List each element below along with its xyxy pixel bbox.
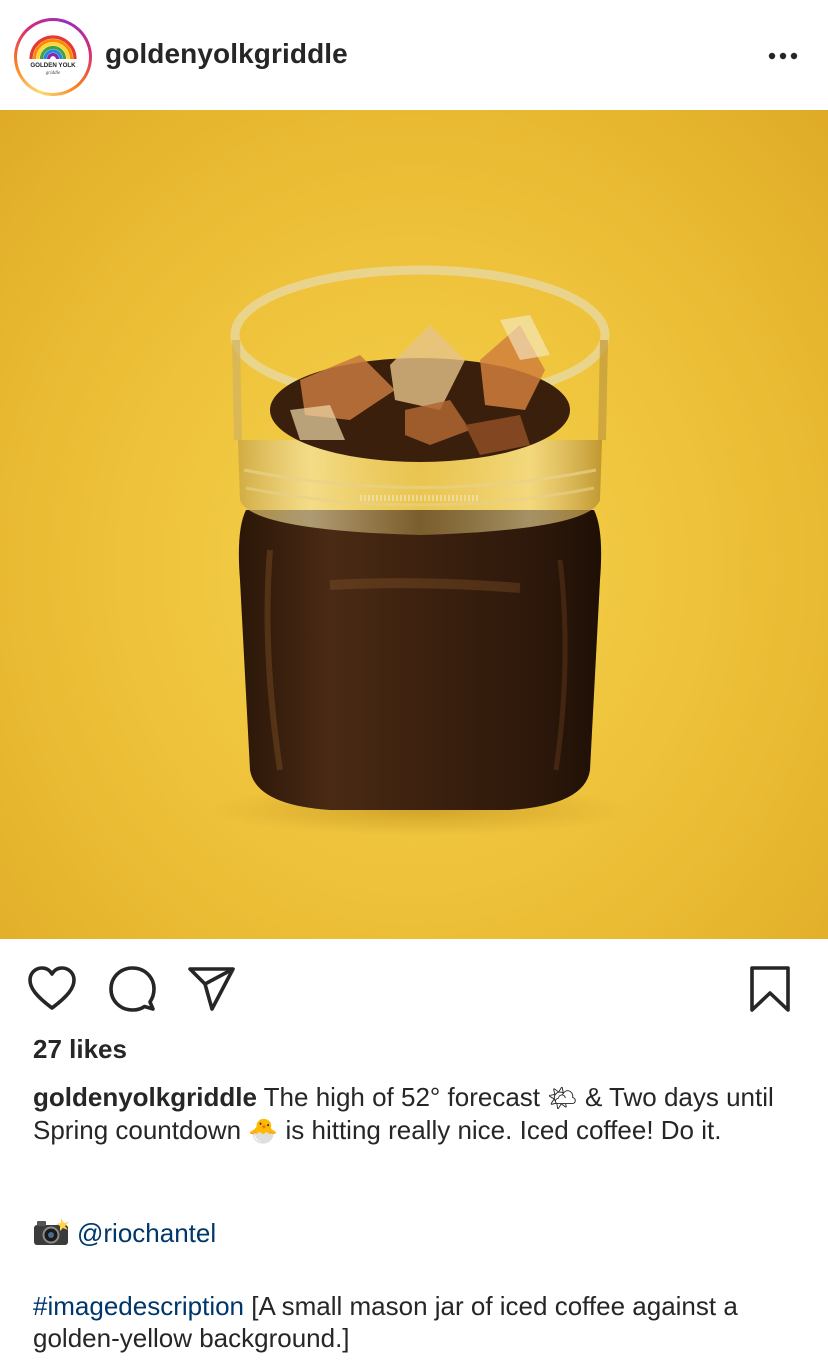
caption-text-1: The high of 52° forecast [256,1082,548,1112]
heart-icon[interactable] [26,964,78,1016]
likes-count[interactable]: 27 likes [33,1034,127,1065]
hashtag-link[interactable]: #imagedescription [33,1291,244,1321]
logo-text-bottom: griddle [46,71,61,76]
image-description: #imagedescription [A small mason jar of … [33,1290,813,1354]
sun-cloud-emoji: 🌤 [547,1084,578,1112]
avatar-border: GOLDEN YOLK griddle [17,21,89,93]
profile-avatar[interactable]: GOLDEN YOLK griddle [14,18,92,96]
caption-text-3: is hitting really nice. Iced coffee! Do … [278,1115,722,1145]
logo-text-top: GOLDEN YOLK [30,62,76,69]
photo-credit: @riochantel [33,1217,216,1249]
post-photo[interactable] [0,110,828,939]
mention-link[interactable]: @riochantel [77,1218,216,1248]
comment-icon[interactable] [106,964,158,1016]
bookmark-icon[interactable] [744,964,796,1016]
camera-flash-icon [33,1218,69,1246]
caption-username[interactable]: goldenyolkgriddle [33,1082,257,1112]
post-caption: goldenyolkgriddle The high of 52° foreca… [33,1081,803,1147]
hatching-chick-emoji: 🐣 [248,1117,279,1145]
ellipsis-icon[interactable] [760,36,806,76]
post-actions [0,940,828,1030]
brand-logo: GOLDEN YOLK griddle [21,25,85,89]
paper-plane-icon[interactable] [186,964,238,1016]
post-header: GOLDEN YOLK griddle goldenyolkgriddle [0,0,828,110]
post-username[interactable]: goldenyolkgriddle [105,38,348,70]
